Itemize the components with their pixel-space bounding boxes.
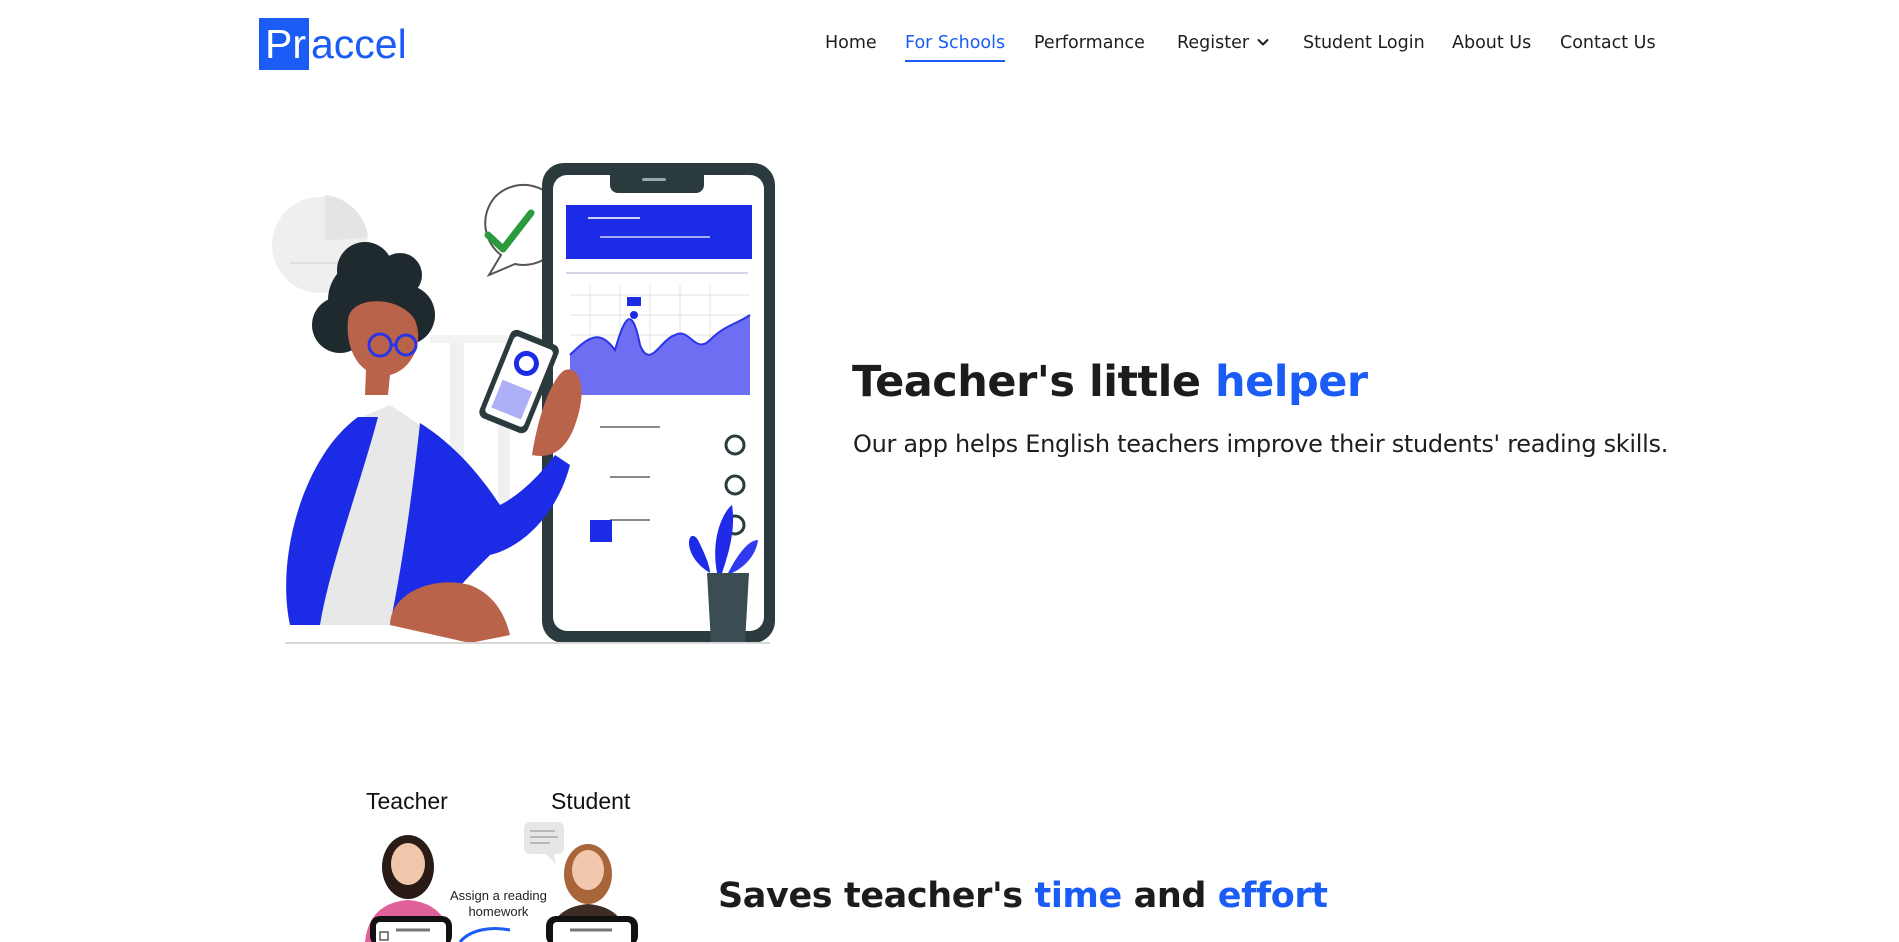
sec2-title-part-1: Saves teacher's — [718, 876, 1035, 916]
nav-contact-us[interactable]: Contact Us — [1560, 30, 1656, 56]
hero-title-accent: helper — [1214, 357, 1368, 407]
section-title-saves-time: Saves teacher's time and effort — [718, 872, 1328, 920]
teacher-student-photos — [365, 822, 638, 942]
hero-title-plain: Teacher's little — [852, 357, 1215, 407]
nav-student-login[interactable]: Student Login — [1303, 30, 1425, 56]
diagram-note-line-2: homework — [468, 904, 529, 919]
sec2-title-part-3: and — [1121, 876, 1218, 916]
chat-bubble-icon — [524, 822, 564, 864]
nav-home[interactable]: Home — [825, 30, 877, 56]
teacher-label: Teacher — [366, 788, 448, 814]
nav-for-schools[interactable]: For Schools — [905, 30, 1006, 62]
logo-text: accel — [311, 21, 407, 67]
nav-performance[interactable]: Performance — [1034, 30, 1145, 56]
chevron-down-icon — [1257, 38, 1269, 45]
nav-register[interactable]: Register — [1177, 30, 1271, 56]
teacher-student-diagram: Teacher Student Assign a reading homewor… — [350, 782, 650, 942]
sec2-title-part-4: effort — [1217, 876, 1328, 916]
teacher-phone-illustration — [272, 163, 775, 644]
hero-subtitle: Our app helps English teachers improve t… — [853, 430, 1669, 458]
sec2-title-part-2: time — [1034, 876, 1122, 916]
diagram-note: Assign a reading homework — [450, 888, 547, 920]
logo-highlight: Pr — [259, 18, 309, 70]
nav-register-label: Register — [1177, 33, 1250, 53]
praccel-logo[interactable]: Pr accel — [259, 18, 407, 70]
hero-title: Teacher's little helper — [852, 354, 1368, 410]
diagram-note-line-1: Assign a reading — [450, 888, 547, 903]
student-label: Student — [551, 788, 631, 814]
top-nav: Pr accel Home For Schools Performance Reg… — [0, 0, 1899, 86]
nav-about-us[interactable]: About Us — [1452, 30, 1531, 56]
